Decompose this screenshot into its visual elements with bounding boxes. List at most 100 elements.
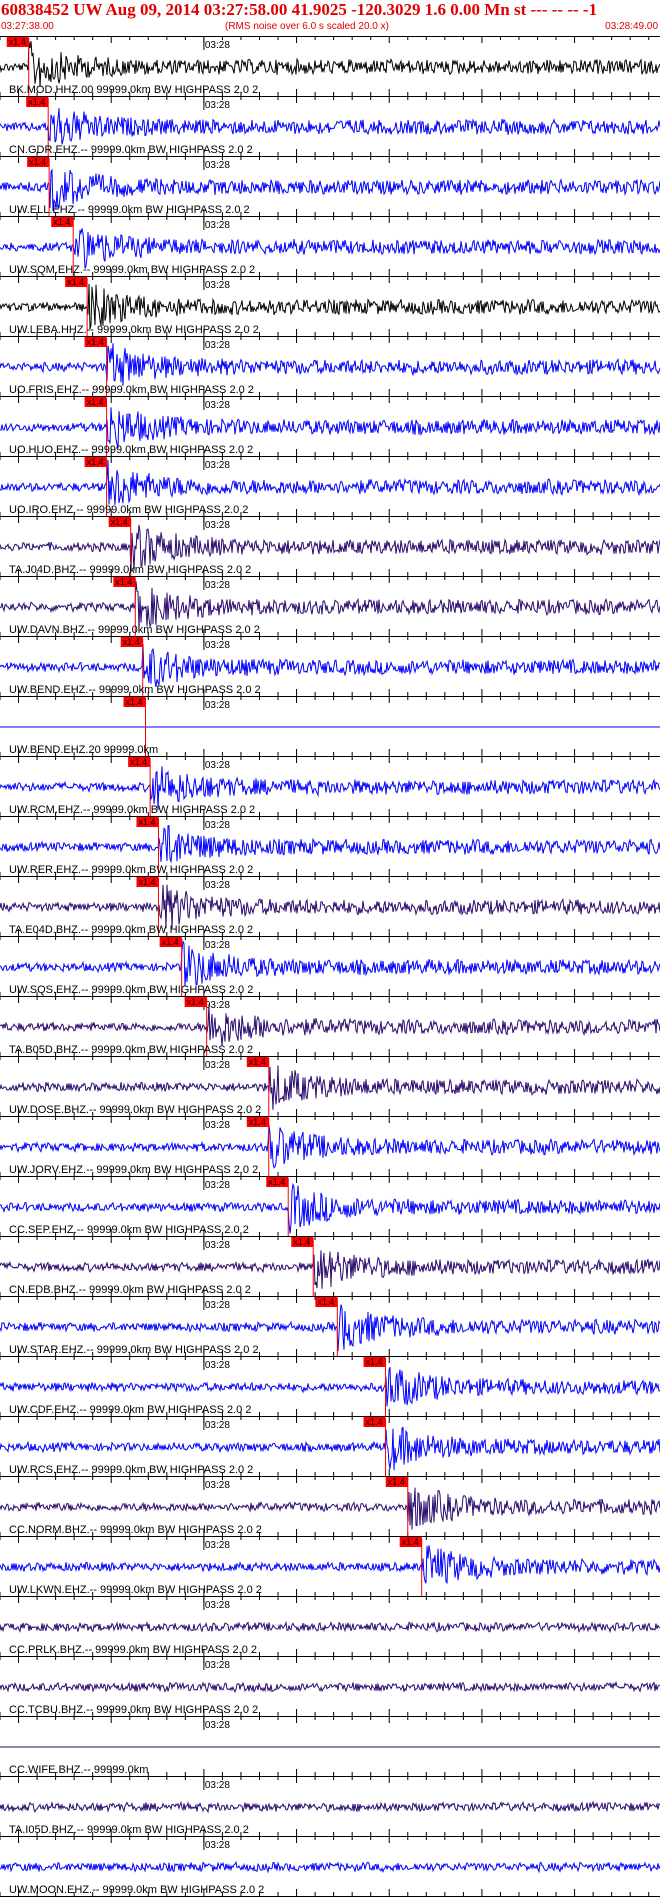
trace-label: TA.I05D.BHZ.-- 99999.0km BW HIGHPASS 2.0… [9,1824,249,1836]
record-header: 60838452 UW Aug 09, 2014 03:27:58.00 41.… [0,0,660,36]
trace-label: CN.GDR.EHZ.-- 99999.0km BW HIGHPASS 2.0 … [9,144,253,156]
minute-label: 03:28 [205,1300,230,1311]
pick-label: x1.4 [268,1177,285,1187]
pick-label: x1.4 [138,877,155,887]
trace-label: UO.FRIS.EHZ.-- 99999.0km BW HIGHPASS 2.0… [9,384,254,396]
trace-4: 03:28 x1.4 UW.SQM.EHZ.-- 99999.0km BW HIGH… [0,216,660,276]
trace-label: UW.BEND.EHZ.-- 99999.0km BW HIGHPASS 2.0… [9,684,261,696]
pick-label: x1.4 [366,1417,383,1427]
trace-label: TA.J04D.BHZ.-- 99999.0km BW HIGHPASS 2.0… [9,564,251,576]
waveform [0,1800,660,1814]
trace-16: 03:28 x1.4 UW.SQS.EHZ.-- 99999.0km BW HIGH… [0,936,660,996]
trace-label: UW.RER.EHZ.-- 99999.0km BW HIGHPASS 2.0 … [9,864,253,876]
trace-11: 03:28 x1.4 UW.BEND.EHZ.-- 99999.0km BW HIG… [0,636,660,696]
waveform [0,407,660,449]
trace-15: 03:28 x1.4 TA.E04D.BHZ.-- 99999.0km BW HIG… [0,876,660,936]
trace-24: 03:28 x1.4 UW.RCS.EHZ.-- 99999.0km BW HIGH… [0,1416,660,1476]
trace-label: UW.SQM.EHZ.-- 99999.0km BW HIGHPASS 2.0 … [9,264,255,276]
trace-31: 03:28 UW.MOON.EHZ.-- 99999.0km BW HIGHPAS… [0,1836,660,1896]
trace-3: 03:28 x1.4 UW.ELL.EHZ.-- 99999.0km BW HIGH… [0,156,660,216]
minute-label: 03:28 [205,400,230,411]
trace-13: 03:28 x1.4 UW.RCM.EHZ.-- 99999.0km BW HIGH… [0,756,660,816]
trace-label: UW.LEBA.HHZ.-- 99999.0km BW HIGHPASS 2.0… [9,324,259,336]
trace-1: 03:28 x1.4 BK.MOD.HHZ.00 99999.0km BW HIGH… [0,36,660,96]
waveform [0,1860,660,1874]
minute-label: 03:28 [205,580,230,591]
trace-label: UW.ELL.EHZ.-- 99999.0km BW HIGHPASS 2.0 … [9,204,250,216]
waveform [0,1004,660,1046]
trace-6: 03:28 x1.4 UO.FRIS.EHZ.-- 99999.0km BW HIG… [0,336,660,396]
trace-label: CC.PRLK.BHZ.-- 99999.0km BW HIGHPASS 2.0… [9,1644,257,1656]
trace-7: 03:28 x1.4 UO.HUO.EHZ.-- 99999.0km BW HIGH… [0,396,660,456]
trace-14: 03:28 x1.4 UW.RER.EHZ.-- 99999.0km BW HIGH… [0,816,660,876]
trace-label: UW.STAR.EHZ.-- 99999.0km BW HIGHPASS 2.0… [9,1344,259,1356]
trace-28: 03:28 CC.TCBU.BHZ.-- 99999.0km BW HIGHPAS… [0,1656,660,1716]
minute-label: 03:28 [205,160,230,171]
waveform [0,643,660,687]
waveform [0,939,660,987]
trace-label: BK.MOD.HHZ.00 99999.0km BW HIGHPASS 2.0 … [9,84,258,96]
minute-label: 03:28 [205,940,230,951]
pick-label: x1.4 [53,217,70,227]
trace-label: CN.EDB.BHZ.-- 99999.0km BW HIGHPASS 2.0 … [9,1284,251,1296]
event-title: 60838452 UW Aug 09, 2014 03:27:58.00 41.… [1,0,598,19]
minute-label: 03:28 [205,820,230,831]
trace-27: 03:28 CC.PRLK.BHZ.-- 99999.0km BW HIGHPAS… [0,1596,660,1656]
waveform [0,343,660,386]
trace-label: CC.NORM.BHZ.-- 99999.0km BW HIGHPASS 2.0… [9,1524,262,1536]
trace-label: UW.SQS.EHZ.-- 99999.0km BW HIGHPASS 2.0 … [9,984,253,996]
pick-label: x1.4 [87,457,104,467]
minute-label: 03:28 [205,280,230,291]
trace-label: CC.SEP.EHZ.-- 99999.0km BW HIGHPASS 2.0 … [9,1224,249,1236]
trace-label: UO.IRO.EHZ.-- 99999.0km BW HIGHPASS 2.0 … [9,504,248,516]
trace-29: 03:28 CC.WIFE.BHZ.-- 99999.0km [0,1716,660,1776]
trace-label: UW.CDF.EHZ.-- 99999.0km BW HIGHPASS 2.0 … [9,1404,251,1416]
pick-label: x1.4 [249,1057,266,1067]
pick-label: x1.4 [388,1477,405,1487]
minute-label: 03:28 [205,1720,230,1731]
trace-19: 03:28 x1.4 UW.JORV.EHZ.-- 99999.0km BW HIG… [0,1116,660,1176]
waveform [0,283,660,330]
trace-17: 03:28x1.4TA.B05D.BHZ.-- 99999.0km BW HIG… [0,996,660,1056]
trace-18: 03:28 x1.4 UW.DOSE.BHZ.-- 99999.0km BW HIG… [0,1056,660,1116]
pick-label: x1.4 [67,277,84,287]
rms-note: (RMS noise over 6.0 s scaled 20.0 x) [225,21,389,32]
trace-12: 03:28 x1.4 UW.BEND.EHZ.20 99999.0km [0,696,660,756]
trace-label: UW.JORV.EHZ.-- 99999.0km BW HIGHPASS 2.0… [9,1164,258,1176]
minute-label: 03:28 [205,1420,230,1431]
trace-label: UW.DAVN.BHZ.-- 99999.0km BW HIGHPASS 2.0… [9,624,260,636]
pick-label: x1.4 [162,937,179,947]
trace-label: UW.LKWN.EHZ.-- 99999.0km BW HIGHPASS 2.0… [9,1584,262,1596]
trace-5: 03:28 x1.4 UW.LEBA.HHZ.-- 99999.0km BW HIG… [0,276,660,336]
pick-label: x1.4 [138,817,155,827]
trace-10: 03:28 x1.4 UW.DAVN.BHZ.-- 99999.0km BW HIG… [0,576,660,636]
waveform [0,1125,660,1169]
minute-label: 03:28 [205,1780,230,1791]
minute-label: 03:28 [205,1120,230,1131]
waveform [0,884,660,929]
pick-label: x1.4 [187,997,204,1007]
trace-label: UO.HUO.EHZ.-- 99999.0km BW HIGHPASS 2.0 … [9,444,253,456]
pick-label: x1.4 [87,337,104,347]
trace-label: UW.RCM.EHZ.-- 99999.0km BW HIGHPASS 2.0 … [9,804,255,816]
pick-label: x1.4 [28,97,45,107]
pick-label: x1.4 [9,37,26,47]
minute-label: 03:28 [205,1060,230,1071]
trace-label: TA.B05D.BHZ.-- 99999.0km BW HIGHPASS 2.0… [9,1044,253,1056]
waveform [0,228,660,269]
trace-26: 03:28 x1.4 UW.LKWN.EHZ.-- 99999.0km BW HIG… [0,1536,660,1596]
end-time: 03:28:49.00 [605,21,658,32]
trace-9: 03:28 x1.4 TA.J04D.BHZ.-- 99999.0km BW HIG… [0,516,660,576]
waveform [0,1620,660,1634]
seismogram-panel: 03:28x1.4BK.MOD.HHZ.00 99999.0km BW HIGH… [0,36,660,1897]
pick-label: x1.4 [249,1117,266,1127]
waveform [0,1680,660,1694]
trace-23: 03:28 x1.4 UW.CDF.EHZ.-- 99999.0km BW HIGH… [0,1356,660,1416]
trace-25: 03:28 x1.4 CC.NORM.BHZ.-- 99999.0km BW HIG… [0,1476,660,1536]
waveform [0,108,660,145]
waveform [0,41,660,87]
minute-label: 03:28 [205,640,230,651]
pick-label: x1.4 [130,757,147,767]
minute-label: 03:28 [205,340,230,351]
minute-label: 03:28 [205,1660,230,1671]
